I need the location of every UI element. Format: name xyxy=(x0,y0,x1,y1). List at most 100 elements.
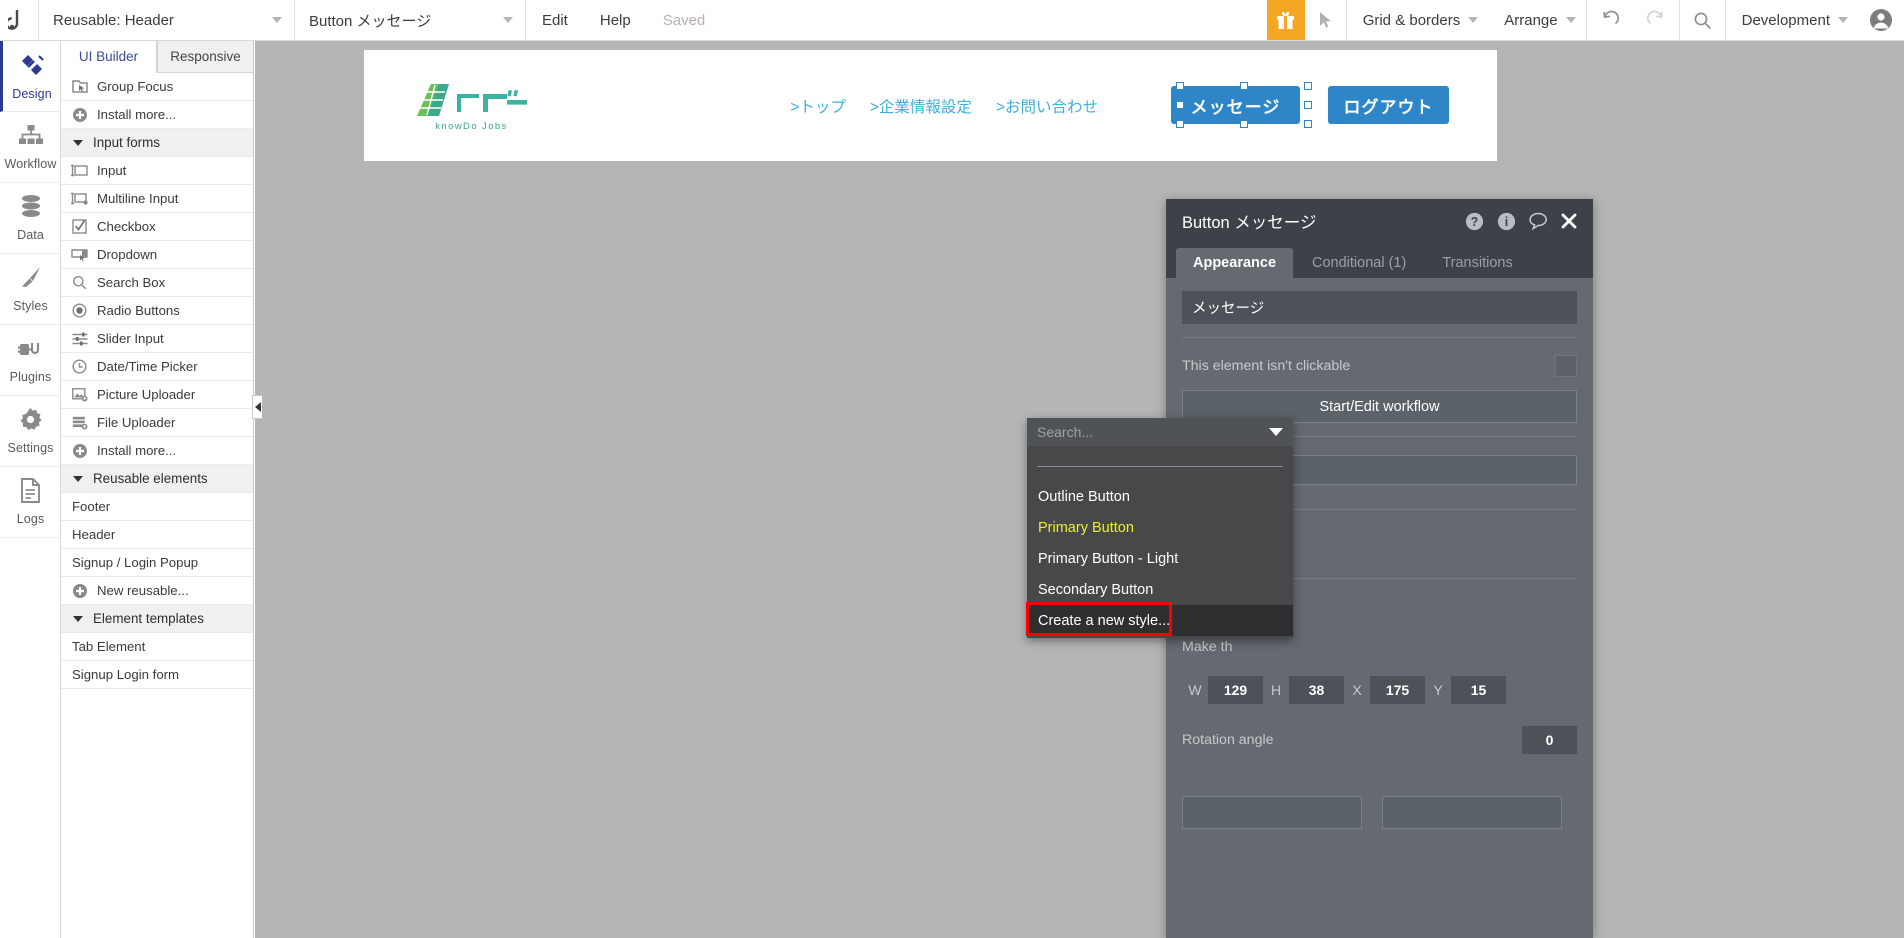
tab-responsive[interactable]: Responsive xyxy=(157,41,253,73)
resize-handle-top-center[interactable] xyxy=(1240,82,1248,90)
palette-section-element-templates[interactable]: Element templates xyxy=(61,605,253,633)
picture-uploader-icon xyxy=(71,386,88,403)
sidebar-item-workflow[interactable]: Workflow xyxy=(0,112,61,183)
resize-handle-top-left[interactable] xyxy=(1176,82,1184,90)
design-icon xyxy=(19,52,45,83)
element-selector-dropdown[interactable]: Button メッセージ xyxy=(295,0,525,40)
palette-item-new-reusable[interactable]: New reusable... xyxy=(61,577,253,605)
help-menu[interactable]: Help xyxy=(584,0,647,40)
sidebar-item-label: Design xyxy=(12,86,52,101)
chevron-down-icon xyxy=(73,615,83,622)
data-icon xyxy=(19,194,43,224)
header-reusable-element[interactable]: knowDo Jobs >トップ >企業情報設定 >お問い合わせ メッセージ ロ… xyxy=(364,50,1497,161)
header-button-logout[interactable]: ログアウト xyxy=(1328,86,1449,124)
grid-borders-dropdown[interactable]: Grid & borders xyxy=(1347,0,1489,40)
page-selector-label: Reusable: Header xyxy=(53,11,174,29)
style-option-outline-button[interactable]: Outline Button xyxy=(1027,481,1293,512)
y-input[interactable]: 15 xyxy=(1451,676,1506,704)
header-button-message[interactable]: メッセージ xyxy=(1171,86,1300,124)
rotation-row: Rotation angle 0 xyxy=(1182,726,1577,754)
input-icon xyxy=(71,162,88,179)
sidebar-item-design[interactable]: Design xyxy=(0,41,61,112)
style-option-secondary-button[interactable]: Secondary Button xyxy=(1027,574,1293,605)
bubble-logo-icon[interactable] xyxy=(0,0,38,40)
tab-transitions[interactable]: Transitions xyxy=(1425,248,1529,278)
nav-link-top[interactable]: >トップ xyxy=(790,95,846,117)
tab-conditional[interactable]: Conditional (1) xyxy=(1295,248,1423,278)
plugins-icon xyxy=(17,337,44,366)
undo-icon[interactable] xyxy=(1587,0,1633,40)
resize-handle-middle-left[interactable] xyxy=(1176,101,1184,109)
gift-icon[interactable] xyxy=(1266,0,1305,40)
sidebar-item-data[interactable]: Data xyxy=(0,183,61,254)
search-icon[interactable] xyxy=(1680,0,1725,40)
button-text-input[interactable] xyxy=(1182,291,1577,324)
element-palette: UI Builder Responsive Group Focus Instal… xyxy=(61,41,254,938)
version-dropdown[interactable]: Development xyxy=(1726,0,1858,40)
height-input[interactable]: 38 xyxy=(1289,676,1344,704)
comment-icon[interactable] xyxy=(1529,212,1548,230)
radio-icon xyxy=(71,302,88,319)
arrange-dropdown[interactable]: Arrange xyxy=(1488,0,1585,40)
sidebar-item-plugins[interactable]: Plugins xyxy=(0,325,61,396)
palette-item-dropdown[interactable]: Dropdown xyxy=(61,241,253,269)
palette-item-slider-input[interactable]: Slider Input xyxy=(61,325,253,353)
palette-item-checkbox[interactable]: Checkbox xyxy=(61,213,253,241)
palette-item-signup-login-form[interactable]: Signup Login form xyxy=(61,661,253,689)
page-selector-dropdown[interactable]: Reusable: Header xyxy=(39,0,294,40)
palette-item-footer[interactable]: Footer xyxy=(61,493,253,521)
resize-handle-top-right[interactable] xyxy=(1304,82,1312,90)
search-input[interactable] xyxy=(1037,424,1269,440)
sidebar-item-settings[interactable]: Settings xyxy=(0,396,61,467)
style-option-create-new-style[interactable]: Create a new style... xyxy=(1027,605,1293,636)
help-circle-icon[interactable]: ? xyxy=(1465,212,1484,231)
chevron-down-icon[interactable] xyxy=(1269,428,1283,436)
palette-item-group-focus[interactable]: Group Focus xyxy=(61,73,253,101)
palette-item-multiline-input[interactable]: Multiline Input xyxy=(61,185,253,213)
resize-handle-bottom-left[interactable] xyxy=(1176,120,1184,128)
height-label: H xyxy=(1270,682,1282,698)
palette-collapse-handle[interactable] xyxy=(252,395,262,419)
resize-handle-bottom-center[interactable] xyxy=(1240,120,1248,128)
palette-item-date-time-picker[interactable]: Date/Time Picker xyxy=(61,353,253,381)
x-input[interactable]: 175 xyxy=(1370,676,1425,704)
edit-menu[interactable]: Edit xyxy=(526,0,584,40)
rotation-input[interactable]: 0 xyxy=(1522,726,1577,754)
info-circle-icon[interactable]: i xyxy=(1497,212,1516,231)
palette-item-search-box[interactable]: Search Box xyxy=(61,269,253,297)
nav-link-contact[interactable]: >お問い合わせ xyxy=(996,95,1098,117)
palette-item-input[interactable]: Input xyxy=(61,157,253,185)
palette-item-install-more-1[interactable]: Install more... xyxy=(61,101,253,129)
palette-item-file-uploader[interactable]: File Uploader xyxy=(61,409,253,437)
user-avatar-icon[interactable] xyxy=(1858,0,1904,40)
palette-item-radio-buttons[interactable]: Radio Buttons xyxy=(61,297,253,325)
property-editor-header: Button メッセージ ? i xyxy=(1166,199,1593,243)
palette-item-header[interactable]: Header xyxy=(61,521,253,549)
chevron-left-icon xyxy=(254,402,261,412)
width-input[interactable]: 129 xyxy=(1208,676,1263,704)
palette-item-label: Picture Uploader xyxy=(97,387,196,402)
tab-appearance[interactable]: Appearance xyxy=(1176,248,1294,278)
bottom-action-button-left[interactable] xyxy=(1182,796,1362,829)
style-option-primary-button-light[interactable]: Primary Button - Light xyxy=(1027,543,1293,574)
sidebar-item-styles[interactable]: Styles xyxy=(0,254,61,325)
bottom-action-button-right[interactable] xyxy=(1382,796,1562,829)
resize-handle-middle-right[interactable] xyxy=(1304,101,1312,109)
palette-item-tab-element[interactable]: Tab Element xyxy=(61,633,253,661)
resize-handle-bottom-right[interactable] xyxy=(1304,120,1312,128)
sidebar-item-logs[interactable]: Logs xyxy=(0,467,61,538)
tab-ui-builder[interactable]: UI Builder xyxy=(61,41,157,73)
style-dropdown-search[interactable] xyxy=(1027,418,1293,446)
nav-link-company-info[interactable]: >企業情報設定 xyxy=(870,95,972,117)
clickable-checkbox[interactable] xyxy=(1555,355,1577,377)
palette-item-picture-uploader[interactable]: Picture Uploader xyxy=(61,381,253,409)
palette-section-input-forms[interactable]: Input forms xyxy=(61,129,253,157)
palette-item-signup-login-popup[interactable]: Signup / Login Popup xyxy=(61,549,253,577)
palette-item-install-more-2[interactable]: Install more... xyxy=(61,437,253,465)
chevron-down-icon xyxy=(1838,17,1848,23)
cursor-arrow-icon[interactable] xyxy=(1305,0,1346,40)
close-icon[interactable] xyxy=(1561,213,1577,229)
style-option-primary-button[interactable]: Primary Button xyxy=(1027,512,1293,543)
palette-section-reusable-elements[interactable]: Reusable elements xyxy=(61,465,253,493)
